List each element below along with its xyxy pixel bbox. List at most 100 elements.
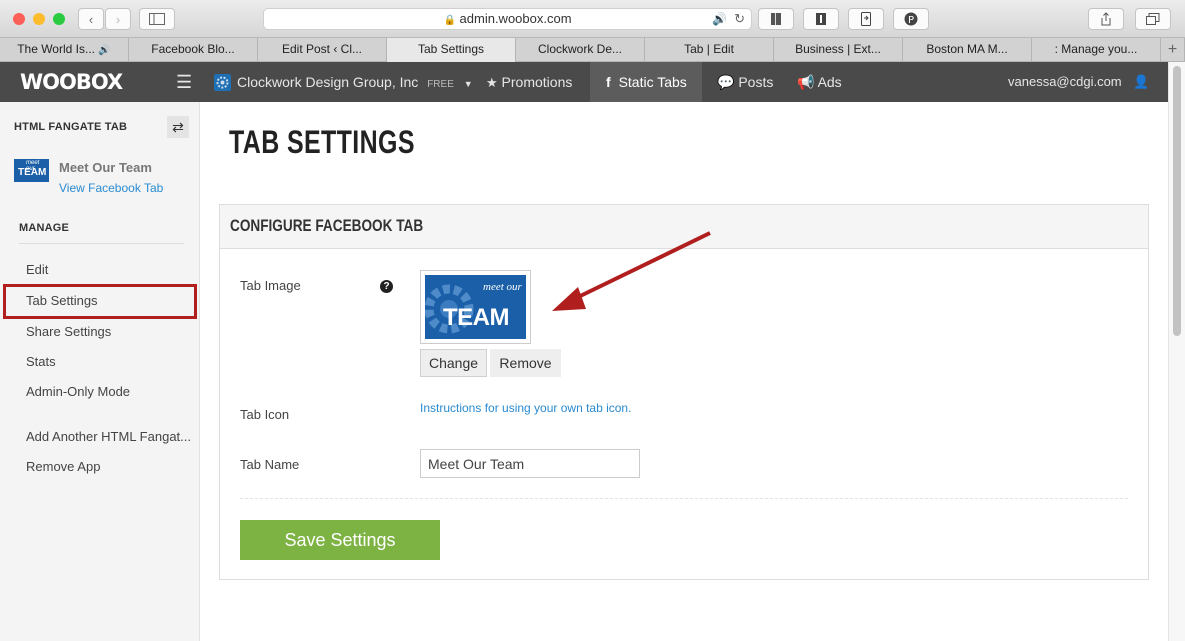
nav-posts[interactable]: 💬 Posts <box>717 62 773 102</box>
tab-image: meet our TEAM <box>425 275 526 339</box>
browser-tab[interactable]: Edit Post ‹ Cl... <box>258 38 387 62</box>
address-bar[interactable]: 🔒 admin.woobox.com 🔊 ↻ <box>263 8 752 30</box>
share-extension-button[interactable] <box>848 8 884 30</box>
pinterest-icon: P <box>904 12 918 26</box>
nav-posts-label: Posts <box>738 74 774 90</box>
gear-icon <box>216 76 229 89</box>
lock-icon: 🔒 <box>443 15 456 26</box>
tab-image-label: Tab Image <box>240 278 301 293</box>
plus-icon: + <box>1167 41 1178 58</box>
browser-tab[interactable]: : Manage you... <box>1032 38 1161 62</box>
share-icon <box>1101 12 1111 26</box>
browser-tab-label: Facebook Blo... <box>151 42 235 56</box>
sidebar-toggle-button[interactable] <box>139 8 175 30</box>
phone-icon <box>861 12 871 26</box>
reload-icon[interactable]: ↻ <box>734 9 745 29</box>
pinterest-extension-button[interactable]: P <box>893 8 929 30</box>
share-button[interactable] <box>1088 8 1124 30</box>
tab-name-input[interactable]: Meet Our Team <box>420 449 640 478</box>
manage-heading: MANAGE <box>19 222 70 234</box>
tab-overview-button[interactable] <box>1135 8 1171 30</box>
browser-tab-label: Clockwork De... <box>537 42 623 56</box>
plan-badge: FREE <box>427 79 454 90</box>
nav-static-tabs-label: Static Tabs <box>618 74 687 90</box>
tab-name: Meet Our Team <box>59 160 152 175</box>
nav-static-tabs[interactable]: f Static Tabs <box>590 62 702 102</box>
instapaper-extension-button[interactable] <box>803 8 839 30</box>
nav-ads[interactable]: 📢 Ads <box>797 62 842 102</box>
sidebar-item-edit[interactable]: Edit <box>26 262 48 277</box>
extension-icon <box>816 13 826 25</box>
browser-tab-label: : Manage you... <box>1054 42 1138 56</box>
red-arrow-icon <box>552 231 711 311</box>
browser-tab-label: Tab Settings <box>417 42 485 56</box>
view-facebook-tab-link[interactable]: View Facebook Tab <box>59 181 163 195</box>
browser-tab[interactable]: Tab | Edit <box>645 38 774 62</box>
tab-thumbnail: meet our TEAM <box>14 159 49 182</box>
sidebar-item-stats[interactable]: Stats <box>26 354 56 369</box>
browser-tab[interactable]: Clockwork De... <box>516 38 645 62</box>
page-selector[interactable]: Clockwork Design Group, Inc FREE ▼ <box>237 62 473 102</box>
page-avatar <box>214 74 231 91</box>
chevron-right-icon: › <box>115 11 121 27</box>
sidebar-item-share-settings[interactable]: Share Settings <box>26 324 111 339</box>
browser-tab[interactable]: Boston MA M... <box>903 38 1032 62</box>
help-icon[interactable]: ? <box>380 280 393 293</box>
star-icon: ★ <box>486 75 498 90</box>
sidebar-item-add-another[interactable]: Add Another HTML Fangat... <box>26 429 191 444</box>
sidebar-item-remove-app[interactable]: Remove App <box>26 459 100 474</box>
page-name: Clockwork Design Group, Inc <box>237 74 419 90</box>
nav-promotions-label: Promotions <box>501 74 573 90</box>
swap-icon: ⇄ <box>172 118 184 135</box>
panel-title: CONFIGURE FACEBOOK TAB <box>230 216 424 235</box>
close-window-button[interactable] <box>13 13 25 25</box>
speech-bubble-icon: 💬 <box>717 74 735 90</box>
divider <box>240 498 1128 499</box>
save-settings-button[interactable]: Save Settings <box>240 520 440 560</box>
nav-ads-label: Ads <box>817 74 842 90</box>
user-menu[interactable]: vanessa@cdgi.com 👤 <box>1008 62 1149 102</box>
minimize-window-button[interactable] <box>33 13 45 25</box>
remove-image-button[interactable]: Remove <box>490 349 561 377</box>
browser-tab-active[interactable]: Tab Settings <box>387 38 516 62</box>
tab-icon-label: Tab Icon <box>240 407 290 422</box>
browser-tab-label: Boston MA M... <box>926 42 1008 56</box>
browser-tab[interactable]: Facebook Blo... <box>129 38 258 62</box>
browser-toolbar: ‹ › 🔒 admin.woobox.com 🔊 ↻ P <box>0 0 1185 38</box>
page-title: TAB SETTINGS <box>229 124 415 160</box>
thumbnail-big-text: TEAM <box>18 167 47 178</box>
change-image-button[interactable]: Change <box>420 349 487 377</box>
tab-name-label: Tab Name <box>240 457 300 472</box>
user-icon: 👤 <box>1133 74 1150 89</box>
hamburger-menu-icon[interactable]: ☰ <box>176 62 192 102</box>
speaker-icon[interactable]: 🔊 <box>98 45 110 56</box>
browser-tab-label: The World Is... <box>17 42 95 56</box>
browser-tab[interactable]: The World Is... 🔊 <box>0 38 129 62</box>
tab-icon-instructions-link[interactable]: Instructions for using your own tab icon… <box>420 401 631 415</box>
url-text: admin.woobox.com <box>459 11 572 26</box>
browser-tab-label: Business | Ext... <box>795 42 881 56</box>
svg-text:P: P <box>908 15 914 26</box>
nav-static-tabs-content: f Static Tabs <box>606 62 687 102</box>
zoom-window-button[interactable] <box>53 13 65 25</box>
user-email: vanessa@cdgi.com <box>1008 74 1122 89</box>
nav-promotions[interactable]: ★ Promotions <box>486 62 572 102</box>
reader-extension-button[interactable] <box>758 8 794 30</box>
switch-app-button[interactable]: ⇄ <box>167 116 189 138</box>
browser-tab-label: Edit Post ‹ Cl... <box>281 42 363 56</box>
scrollbar-thumb[interactable] <box>1173 66 1181 336</box>
caret-down-icon: ▼ <box>463 79 473 89</box>
back-button[interactable]: ‹ <box>78 8 104 30</box>
forward-button[interactable]: › <box>105 8 131 30</box>
audio-icon[interactable]: 🔊 <box>712 9 727 29</box>
browser-tab-bar: The World Is... 🔊 Facebook Blo... Edit P… <box>0 38 1185 62</box>
new-tab-button[interactable]: + <box>1161 38 1185 62</box>
sidebar-item-admin-only-mode[interactable]: Admin-Only Mode <box>26 384 130 399</box>
divider <box>19 243 184 244</box>
browser-tab[interactable]: Business | Ext... <box>774 38 903 62</box>
browser-tab-label: Tab | Edit <box>684 42 734 56</box>
megaphone-icon: 📢 <box>797 74 815 90</box>
sidebar-icon <box>149 13 165 25</box>
woobox-logo[interactable]: WOOBOX <box>20 62 123 102</box>
sidebar-item-tab-settings[interactable]: Tab Settings <box>26 293 98 308</box>
